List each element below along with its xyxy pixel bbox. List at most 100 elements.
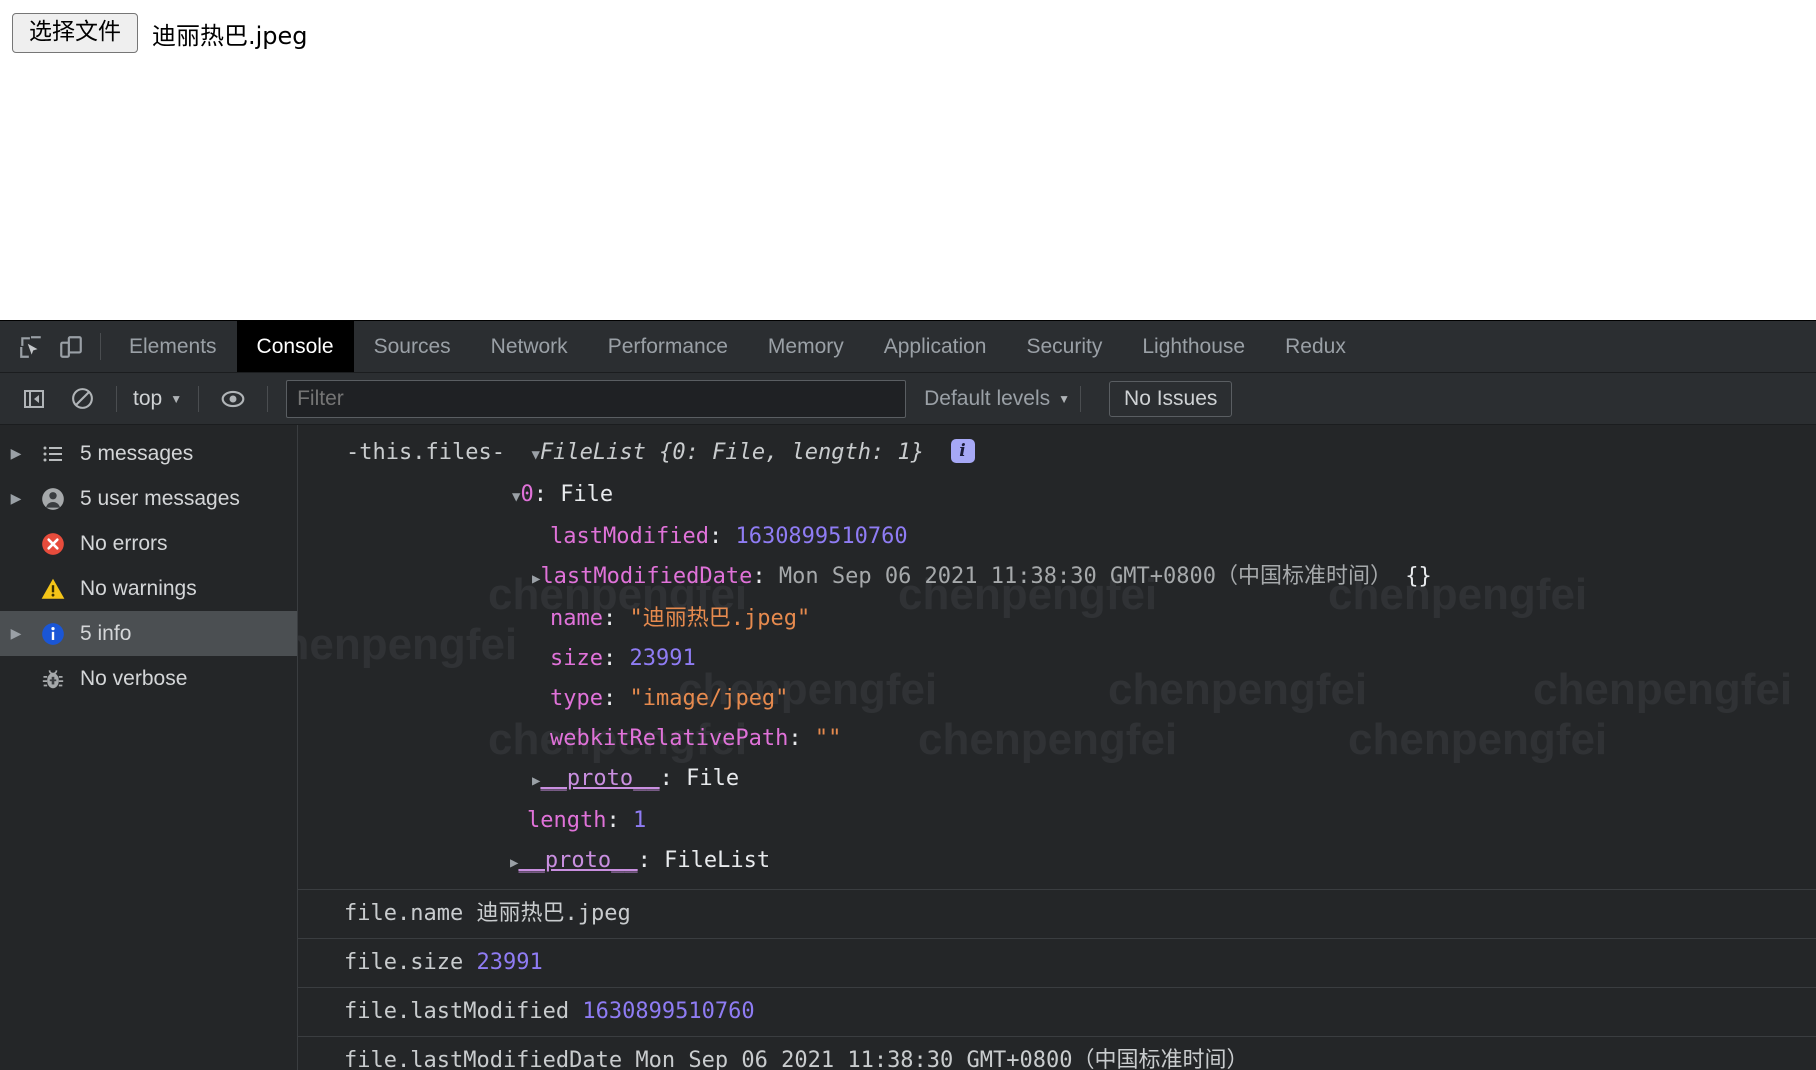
- proto-key: __proto__: [518, 848, 638, 873]
- log-value: 1630899510760: [582, 999, 755, 1024]
- console-log-row: file.lastModified 1630899510760: [298, 987, 1816, 1036]
- console-log-row: file.lastModifiedDate Mon Sep 06 2021 11…: [298, 1036, 1816, 1070]
- log-value: Mon Sep 06 2021 11:38:30 GMT+0800（中国标准时间…: [635, 1048, 1249, 1070]
- console-object-log: -this.files- FileList {0: File, length: …: [298, 425, 1816, 889]
- log-label: file.size: [344, 950, 464, 975]
- object-proto-line: __proto__: File: [298, 759, 1816, 801]
- object-property-line: name: "迪丽热巴.jpeg": [550, 606, 811, 631]
- tab-sources[interactable]: Sources: [354, 321, 471, 372]
- object-type-label: FileList: [539, 440, 646, 465]
- object-property-line: lastModified: 1630899510760: [550, 524, 908, 549]
- tab-elements[interactable]: Elements: [109, 321, 237, 372]
- tab-redux[interactable]: Redux: [1265, 321, 1366, 372]
- toggle-console-sidebar-icon[interactable]: [16, 381, 52, 417]
- tab-console[interactable]: Console: [236, 321, 354, 372]
- warning-icon: [36, 576, 70, 602]
- devtools-panel: Elements Console Sources Network Perform…: [0, 320, 1816, 1070]
- browser-window: 选择文件 迪丽热巴.jpeg Elements Console Sources …: [0, 0, 1816, 1070]
- person-icon: [36, 486, 70, 512]
- selected-file-name: 迪丽热巴.jpeg: [152, 21, 308, 50]
- property-value: 23991: [629, 646, 696, 671]
- sidebar-item-label: No verbose: [80, 666, 188, 690]
- info-icon: [36, 621, 70, 647]
- info-badge-icon: i: [950, 439, 975, 463]
- sidebar-item-user-messages[interactable]: 5 user messages: [0, 476, 297, 521]
- live-expression-eye-icon[interactable]: [215, 381, 251, 417]
- sidebar-item-label: No warnings: [80, 576, 197, 600]
- property-key: type: [550, 686, 603, 711]
- log-label: file.name: [344, 901, 464, 926]
- property-key: size: [550, 646, 603, 671]
- object-property-line: type: "image/jpeg": [550, 686, 789, 711]
- tab-network[interactable]: Network: [471, 321, 588, 372]
- inspect-element-icon[interactable]: [14, 330, 48, 364]
- devtools-tabstrip: Elements Console Sources Network Perform…: [0, 321, 1816, 373]
- object-property-line: size: 23991: [550, 646, 696, 671]
- toolbar-divider-1: [116, 385, 117, 412]
- toolbar-divider-3: [267, 385, 269, 412]
- property-suffix: {}: [1391, 564, 1432, 589]
- sidebar-item-label: No errors: [80, 531, 168, 555]
- log-levels-selector[interactable]: Default levels ▼: [924, 387, 1070, 411]
- property-key: name: [550, 606, 603, 631]
- log-label: file.lastModified: [344, 999, 570, 1024]
- log-label: file.lastModifiedDate: [344, 1048, 623, 1070]
- log-prefix: -this.files-: [346, 440, 505, 465]
- object-index-line: 0: File: [298, 475, 1816, 517]
- tab-security[interactable]: Security: [1006, 321, 1122, 372]
- bug-icon: [36, 666, 70, 692]
- log-levels-label: Default levels: [924, 386, 1051, 410]
- object-length-line: length: 1: [527, 808, 647, 833]
- device-toolbar-icon[interactable]: [54, 330, 88, 364]
- property-value: File: [686, 766, 740, 791]
- file-input-row[interactable]: 选择文件 迪丽热巴.jpeg: [0, 0, 1816, 54]
- collapse-arrow-icon[interactable]: [531, 447, 539, 463]
- property-key: webkitRelativePath: [550, 726, 789, 751]
- sidebar-item-label: 5 messages: [80, 441, 194, 465]
- expand-arrow-icon[interactable]: [6, 625, 26, 642]
- sidebar-item-warnings[interactable]: No warnings: [0, 566, 297, 611]
- toolbar-divider-4: [1080, 385, 1082, 412]
- sidebar-item-errors[interactable]: No errors: [0, 521, 297, 566]
- sidebar-item-verbose[interactable]: No verbose: [0, 656, 297, 701]
- execution-context-selector[interactable]: top ▼: [127, 387, 188, 411]
- sidebar-item-info[interactable]: 5 info: [0, 611, 297, 656]
- console-filter-input[interactable]: [286, 379, 907, 418]
- clear-console-icon[interactable]: [64, 381, 100, 417]
- console-toolbar: top ▼ Default levels ▼ No Issues: [0, 373, 1816, 425]
- sidebar-item-messages[interactable]: 5 messages: [0, 431, 297, 476]
- chevron-down-icon: ▼: [170, 391, 183, 406]
- property-key: lastModified: [550, 524, 709, 549]
- devtools-tabs: Elements Console Sources Network Perform…: [109, 321, 1366, 372]
- sidebar-item-label: 5 info: [80, 621, 132, 645]
- tab-performance[interactable]: Performance: [588, 321, 748, 372]
- index-value: File: [560, 482, 614, 507]
- console-messages: chenpengfei chenpengfei chenpengfei chen…: [298, 425, 1816, 1070]
- property-value: "": [814, 726, 842, 751]
- choose-file-button[interactable]: 选择文件: [12, 13, 138, 54]
- expand-arrow-icon[interactable]: [6, 490, 26, 507]
- property-value: Mon Sep 06 2021 11:38:30 GMT+0800（中国标准时间…: [778, 564, 1392, 589]
- object-property-line: lastModifiedDate: Mon Sep 06 2021 11:38:…: [298, 557, 1816, 599]
- tab-memory[interactable]: Memory: [748, 321, 864, 372]
- log-value: 23991: [476, 950, 543, 975]
- proto-value: FileList: [664, 848, 771, 873]
- tab-application[interactable]: Application: [864, 321, 1007, 372]
- tab-lighthouse[interactable]: Lighthouse: [1122, 321, 1265, 372]
- property-key: lastModifiedDate: [540, 564, 753, 589]
- index-key: 0: [520, 482, 534, 507]
- expand-arrow-icon[interactable]: [6, 445, 26, 462]
- property-value: 1630899510760: [735, 524, 908, 549]
- length-value: 1: [632, 808, 647, 833]
- no-issues-button[interactable]: No Issues: [1109, 380, 1233, 417]
- property-value: "image/jpeg": [629, 686, 789, 711]
- tabstrip-divider: [100, 333, 101, 360]
- execution-context-label: top: [133, 386, 163, 410]
- console-body: 5 messages 5 user messages: [0, 425, 1816, 1070]
- console-log-row: file.size 23991: [298, 938, 1816, 987]
- object-preview: {0: File, length: 1}: [645, 440, 925, 465]
- length-key: length: [527, 808, 607, 833]
- toolbar-divider-2: [198, 385, 200, 412]
- error-icon: [36, 531, 70, 557]
- list-icon: [36, 442, 70, 466]
